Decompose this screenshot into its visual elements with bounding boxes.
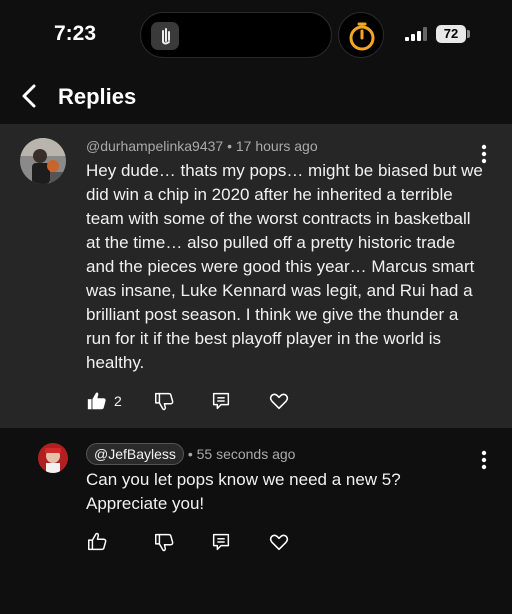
replies-header: Replies — [0, 72, 512, 122]
battery-indicator: 72 — [436, 25, 466, 43]
comment-icon — [212, 392, 230, 410]
reply-actions — [86, 530, 316, 556]
comment-age: 17 hours ago — [235, 138, 318, 154]
battery-nub — [467, 30, 470, 38]
dislike-button[interactable] — [153, 530, 175, 554]
signal-icon — [405, 27, 427, 41]
reply-button[interactable] — [210, 530, 232, 554]
reply-avatar[interactable] — [38, 443, 68, 473]
parent-comment: @durhampelinka9437 • 17 hours ago Hey du… — [0, 124, 512, 428]
comment-actions: 2 — [86, 389, 316, 415]
timer-indicator — [338, 12, 384, 58]
comment-text: Hey dude… thats my pops… might be biased… — [86, 161, 483, 372]
like-button[interactable] — [86, 530, 108, 554]
comment-meta: @durhampelinka9437 • 17 hours ago — [86, 138, 318, 154]
meta-separator: • — [187, 446, 193, 462]
reply-age: 55 seconds ago — [196, 446, 296, 462]
avatar-image — [38, 443, 68, 473]
heart-icon — [269, 393, 289, 410]
reply-text: Can you let pops know we need a new 5? A… — [86, 470, 401, 513]
comment-author[interactable]: @durhampelinka9437 — [86, 138, 223, 154]
meta-separator: • — [227, 138, 232, 154]
stopwatch-icon — [349, 22, 375, 51]
reply-author-chip[interactable]: @JefBayless — [86, 443, 184, 465]
dynamic-island — [140, 12, 332, 58]
like-count: 2 — [114, 393, 122, 409]
status-bar: 7:23 72 — [0, 0, 512, 72]
avatar-image — [20, 138, 66, 184]
reply-comment: @JefBayless • 55 seconds ago Can you let… — [0, 428, 512, 614]
thumbs-up-filled-icon — [87, 392, 106, 410]
comment-icon — [212, 533, 230, 551]
thumbs-down-icon — [155, 392, 174, 411]
back-button[interactable] — [14, 80, 46, 112]
reply-menu-button[interactable] — [474, 448, 494, 472]
like-button[interactable]: 2 — [86, 389, 122, 413]
thumbs-down-icon — [155, 533, 174, 552]
status-time: 7:23 — [54, 22, 97, 45]
more-vertical-icon — [481, 450, 487, 470]
heart-icon — [269, 534, 289, 551]
reply-button[interactable] — [210, 389, 232, 413]
avatar[interactable] — [20, 138, 66, 184]
app-icon — [151, 22, 179, 50]
reply-meta: @JefBayless • 55 seconds ago — [86, 443, 295, 465]
page-title: Replies — [58, 84, 137, 109]
heart-button[interactable] — [268, 389, 290, 413]
heart-button[interactable] — [268, 530, 290, 554]
thumbs-up-icon — [88, 532, 107, 551]
hand-icon — [162, 28, 170, 45]
dislike-button[interactable] — [153, 389, 175, 413]
chevron-left-icon — [22, 84, 36, 108]
